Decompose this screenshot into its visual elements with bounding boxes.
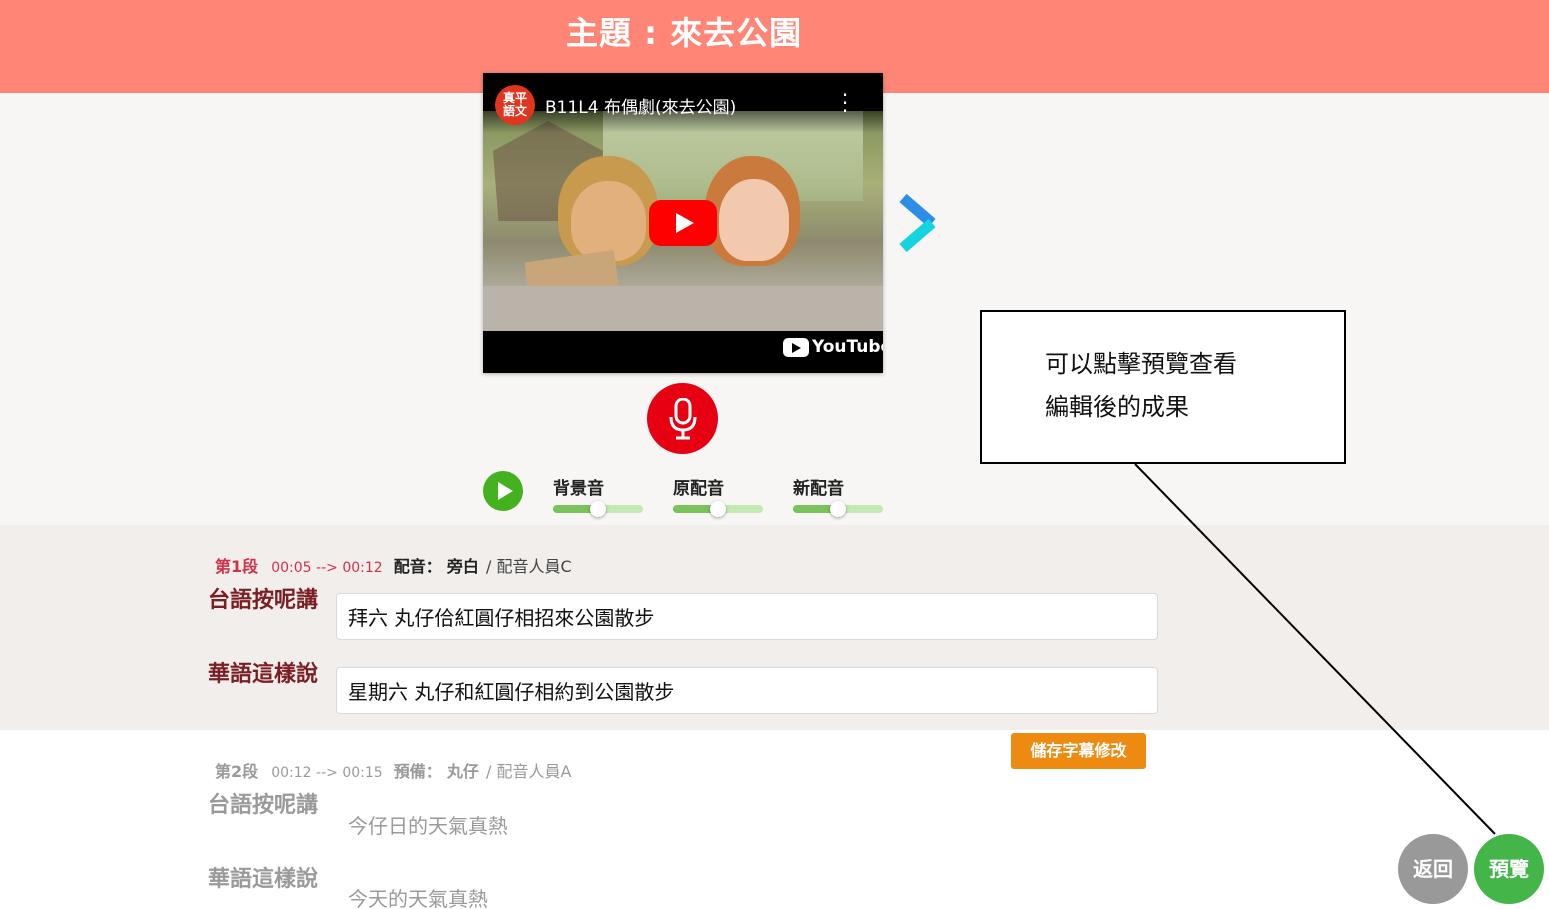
segment-1-meta: 第1段 00:05 --> 00:12 配音： 旁白 / 配音人員C [215,553,572,577]
slider-thumb[interactable] [590,501,606,517]
segment-number: 第1段 [215,557,259,576]
slider-thumb[interactable] [710,501,726,517]
slider-label-background: 背景音 [553,479,604,499]
taiwanese-subtitle-text[interactable]: 今仔日的天氣真熱 [348,810,508,839]
taiwanese-label: 台語按呢講 [208,588,319,613]
mandarin-label: 華語這樣說 [208,662,319,687]
segment-time: 00:12 --> 00:15 [271,765,383,781]
segment-role-label: 預備： [393,762,442,781]
segment-1[interactable]: 第1段 00:05 --> 00:12 配音： 旁白 / 配音人員C 台語按呢講… [0,525,1549,730]
mandarin-subtitle-text[interactable]: 今天的天氣真熱 [348,883,488,909]
save-subtitles-button[interactable]: 儲存字幕修改 [1011,733,1146,769]
taiwanese-subtitle-input[interactable] [336,593,1158,640]
youtube-video-player[interactable]: 真平 語文 B11L4 布偶劇(來去公園) ··· YouTube [483,73,883,373]
taiwanese-label: 台語按呢講 [208,793,319,818]
segment-actor: / 配音人員A [485,762,572,781]
annotation-callout: 可以點擊預覽查看 編輯後的成果 [980,310,1346,464]
callout-text-line-1: 可以點擊預覽查看 [1045,350,1237,378]
slider-label-new: 新配音 [793,479,844,499]
segment-number: 第2段 [215,762,259,781]
youtube-mini-icon [783,337,809,357]
next-arrow-icon[interactable] [897,192,942,254]
slider-track[interactable] [673,501,763,517]
slider-track[interactable] [553,501,643,517]
play-button[interactable] [483,471,523,511]
segment-actor: / 配音人員C [485,557,572,576]
mandarin-label: 華語這樣說 [208,867,319,892]
slider-label-original: 原配音 [673,479,724,499]
microphone-icon [669,397,696,439]
preview-button[interactable]: 預覽 [1474,834,1544,904]
segment-2-meta: 第2段 00:12 --> 00:15 預備： 丸仔 / 配音人員A [215,758,571,782]
new-dub-volume-slider[interactable]: 新配音 [793,474,883,517]
more-options-icon[interactable]: · · · [839,85,851,121]
channel-logo-text-1: 真平 [502,91,527,105]
segment-time: 00:05 --> 00:12 [271,560,383,576]
back-button[interactable]: 返回 [1398,834,1468,904]
video-title[interactable]: B11L4 布偶劇(來去公園) [545,93,736,118]
youtube-brand-text: YouTube [812,337,883,357]
youtube-play-icon[interactable] [649,200,717,246]
segment-role-label: 配音： [393,557,442,576]
mandarin-subtitle-input[interactable] [336,667,1158,714]
channel-logo[interactable]: 真平 語文 [495,85,535,125]
segment-2[interactable]: 第2段 00:12 --> 00:15 預備： 丸仔 / 配音人員A 台語按呢講… [0,730,1549,909]
original-dub-volume-slider[interactable]: 原配音 [673,474,763,517]
channel-logo-text-2: 語文 [502,104,527,118]
segment-role: 旁白 [446,557,479,576]
youtube-logo[interactable]: YouTube [783,337,883,357]
callout-text-line-2: 編輯後的成果 [1045,393,1189,421]
segment-role: 丸仔 [446,762,479,781]
page-title: 主題 : 來去公園 [566,14,803,52]
record-button[interactable] [647,383,718,454]
slider-thumb[interactable] [830,501,846,517]
slider-track[interactable] [793,501,883,517]
background-volume-slider[interactable]: 背景音 [553,474,643,517]
